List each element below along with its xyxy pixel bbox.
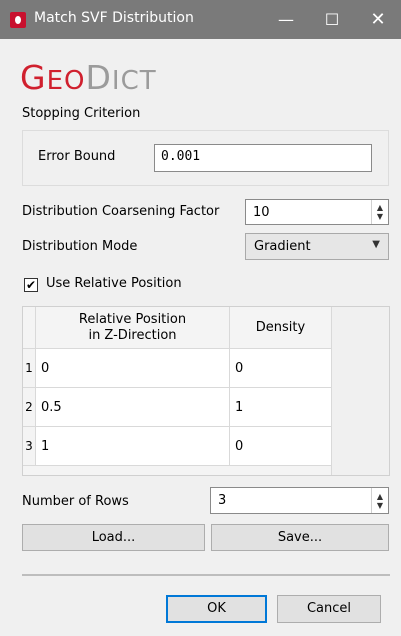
table-cell-relpos[interactable]: 0.5 (36, 388, 230, 427)
coarsening-factor-label: Distribution Coarsening Factor (22, 204, 220, 219)
spin-arrows-icon[interactable]: ▲ ▼ (371, 200, 388, 224)
distribution-mode-select[interactable]: Gradient ▼ (245, 233, 389, 260)
table-corner (23, 307, 36, 349)
close-button[interactable]: ✕ (355, 0, 401, 39)
divider (22, 574, 390, 576)
cancel-button[interactable]: Cancel (277, 595, 381, 623)
number-of-rows-value: 3 (218, 493, 227, 508)
error-bound-input[interactable]: 0.001 (154, 144, 372, 172)
column-header-density[interactable]: Density (230, 307, 332, 349)
table-cell-relpos[interactable]: 0 (36, 349, 230, 388)
coarsening-factor-spinbox[interactable]: 10 ▲ ▼ (245, 199, 389, 225)
maximize-button[interactable]: ☐ (309, 0, 355, 39)
use-relative-position-label[interactable]: Use Relative Position (46, 276, 182, 291)
window-title: Match SVF Distribution (34, 10, 194, 26)
minimize-button[interactable]: — (263, 0, 309, 39)
ok-button[interactable]: OK (166, 595, 267, 623)
table-bottom-strip (23, 466, 332, 475)
load-button[interactable]: Load... (22, 524, 205, 551)
table-cell-density[interactable]: 0 (230, 349, 332, 388)
app-icon (10, 12, 26, 28)
geodict-logo: GEODICT (20, 58, 157, 97)
number-of-rows-label: Number of Rows (22, 494, 129, 509)
use-relative-position-checkbox[interactable]: ✔ (24, 278, 38, 292)
number-of-rows-spinbox[interactable]: 3 ▲ ▼ (210, 487, 389, 514)
table-cell-relpos[interactable]: 1 (36, 427, 230, 466)
row-header[interactable]: 1 (23, 349, 36, 388)
distribution-mode-value: Gradient (254, 239, 311, 254)
table-cell-density[interactable]: 0 (230, 427, 332, 466)
row-header[interactable]: 2 (23, 388, 36, 427)
row-header[interactable]: 3 (23, 427, 36, 466)
coarsening-factor-value: 10 (253, 205, 270, 220)
stopping-criterion-label: Stopping Criterion (22, 106, 141, 121)
save-button[interactable]: Save... (211, 524, 389, 551)
table-cell-density[interactable]: 1 (230, 388, 332, 427)
spin-arrows-icon[interactable]: ▲ ▼ (371, 488, 388, 513)
column-header-relative-position[interactable]: Relative Position in Z-Direction (36, 307, 230, 349)
distribution-mode-label: Distribution Mode (22, 239, 138, 254)
chevron-down-icon: ▼ (372, 239, 380, 250)
error-bound-label: Error Bound (38, 149, 116, 164)
